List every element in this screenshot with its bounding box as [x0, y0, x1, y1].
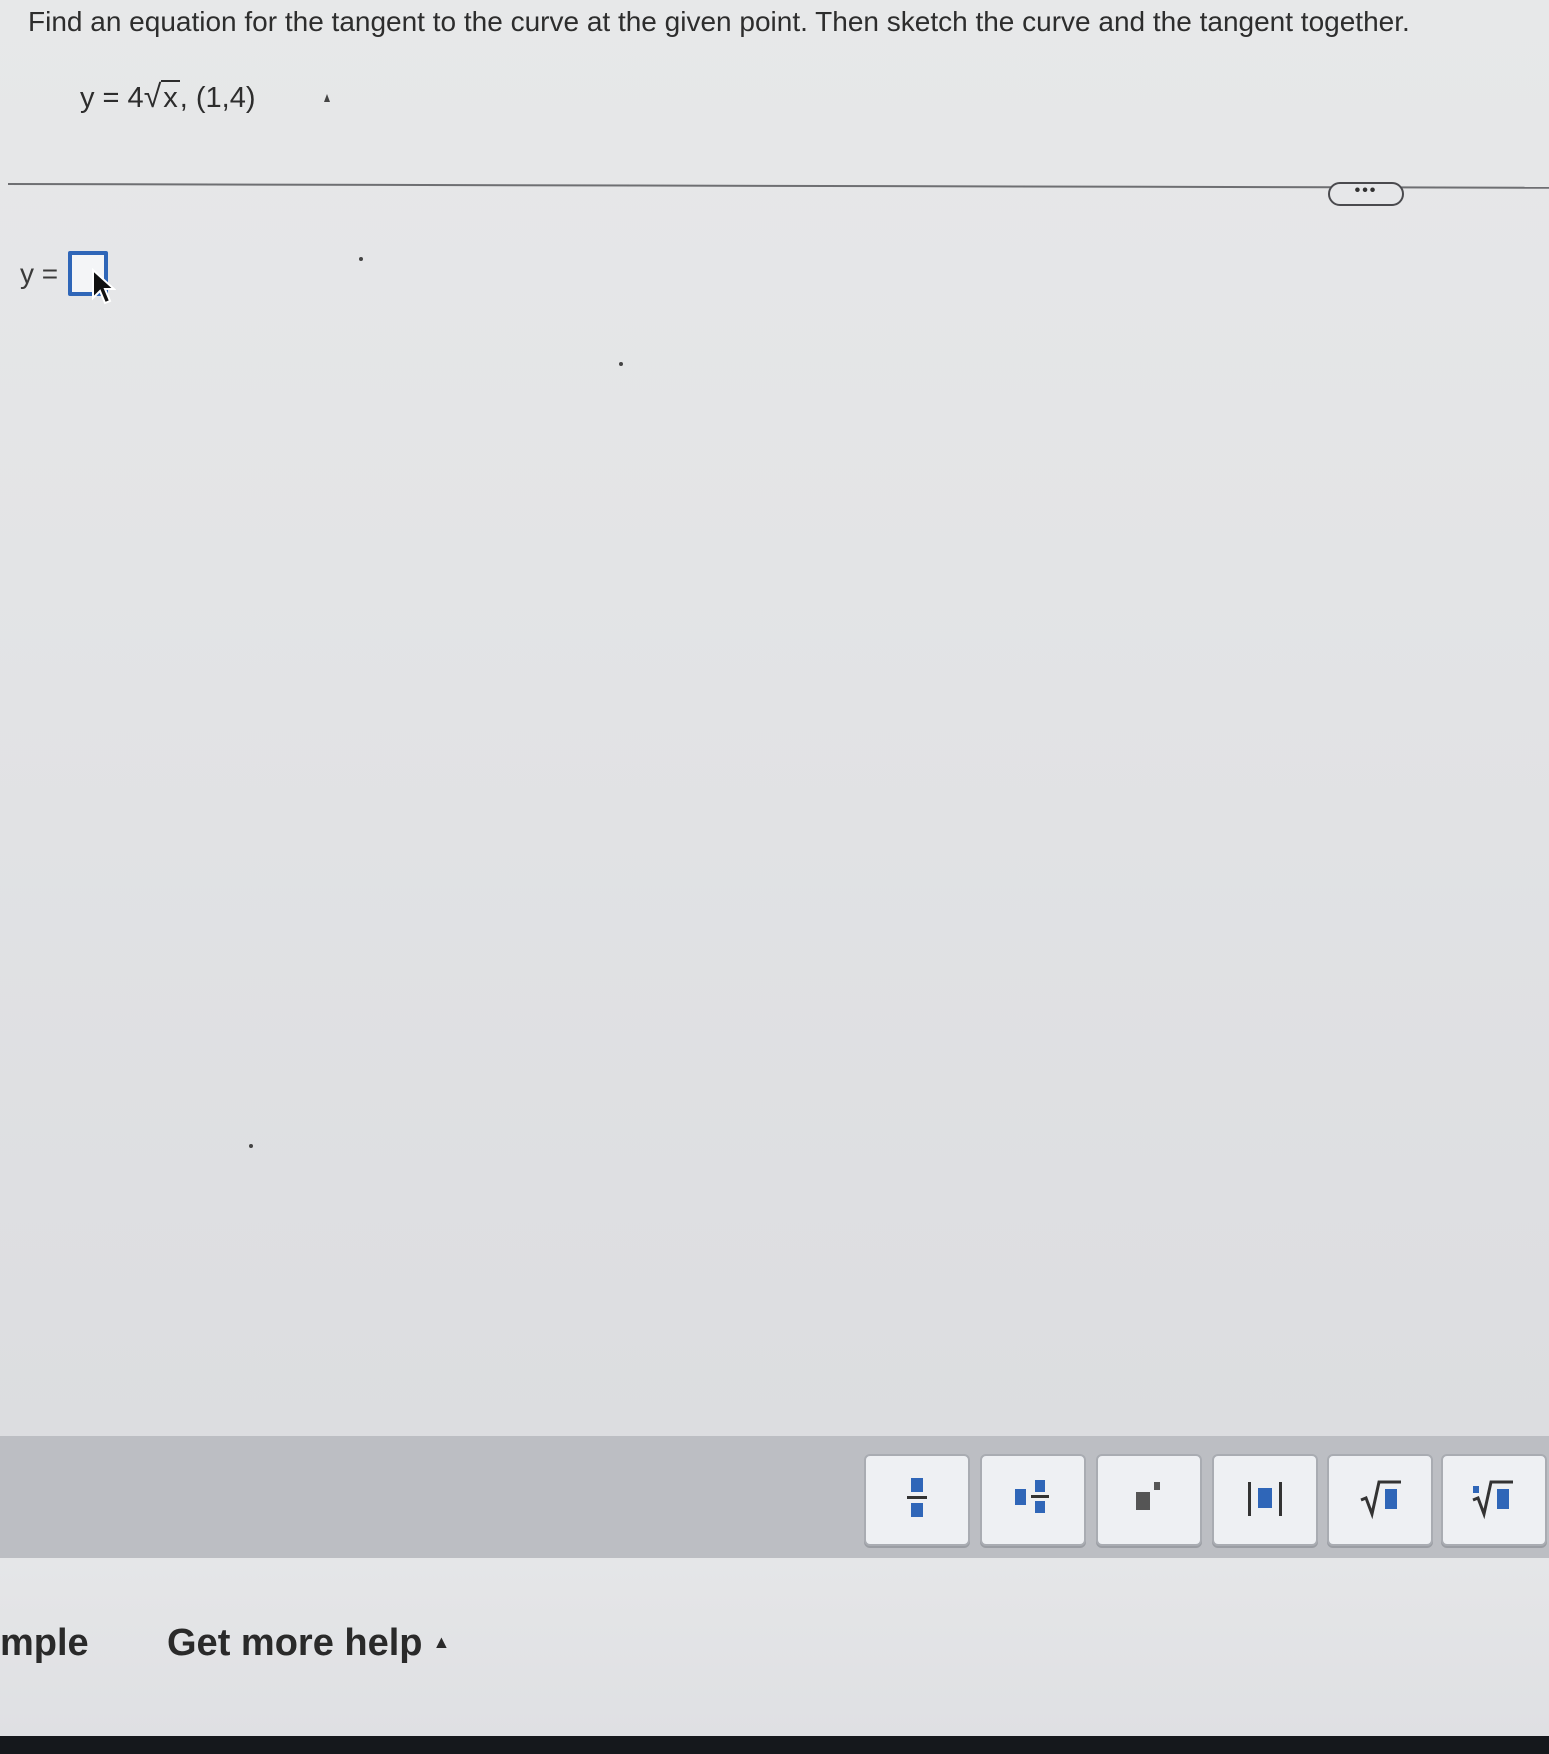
- mouse-pointer-icon: [92, 268, 116, 305]
- exponent-button[interactable]: [1096, 1454, 1202, 1546]
- equation-prefix: y = 4: [80, 82, 144, 114]
- absolute-value-icon: [1248, 1482, 1282, 1516]
- mixed-number-button[interactable]: [980, 1454, 1086, 1546]
- section-divider: [7, 183, 1549, 189]
- fraction-button[interactable]: [864, 1454, 970, 1546]
- screen-speck: [359, 257, 363, 261]
- more-options-button[interactable]: •••: [1328, 182, 1404, 206]
- fraction-icon: [907, 1478, 927, 1517]
- caret-up-icon: ▲: [432, 1632, 451, 1653]
- math-toolbar: [0, 1436, 1549, 1558]
- mixed-number-icon: [1015, 1480, 1049, 1513]
- screen-speck: [249, 1144, 253, 1148]
- nth-root-icon: [1472, 1480, 1513, 1520]
- square-root-button[interactable]: [1327, 1454, 1433, 1546]
- given-equation: y = 4√x, (1,4): [80, 78, 256, 115]
- absolute-value-button[interactable]: [1212, 1454, 1318, 1546]
- sqrt-symbol-icon: √: [143, 78, 162, 114]
- get-more-help-link[interactable]: Get more help ▲: [167, 1622, 450, 1665]
- tiny-arrow-icon: [324, 94, 330, 102]
- equation-point: , (1,4): [179, 82, 256, 114]
- view-example-link[interactable]: mple: [0, 1622, 89, 1665]
- help-label: Get more help: [167, 1622, 423, 1664]
- question-prompt: Find an equation for the tangent to the …: [28, 6, 1410, 37]
- answer-label: y =: [20, 258, 59, 289]
- question-panel: Find an equation for the tangent to the …: [0, 0, 1549, 1436]
- exponent-icon: [1136, 1482, 1160, 1510]
- equation-radicand: x: [161, 80, 180, 114]
- nth-root-button[interactable]: [1441, 1454, 1547, 1546]
- square-root-icon: [1360, 1480, 1401, 1520]
- screen-bezel: [0, 1736, 1549, 1754]
- screen-speck: [619, 362, 623, 366]
